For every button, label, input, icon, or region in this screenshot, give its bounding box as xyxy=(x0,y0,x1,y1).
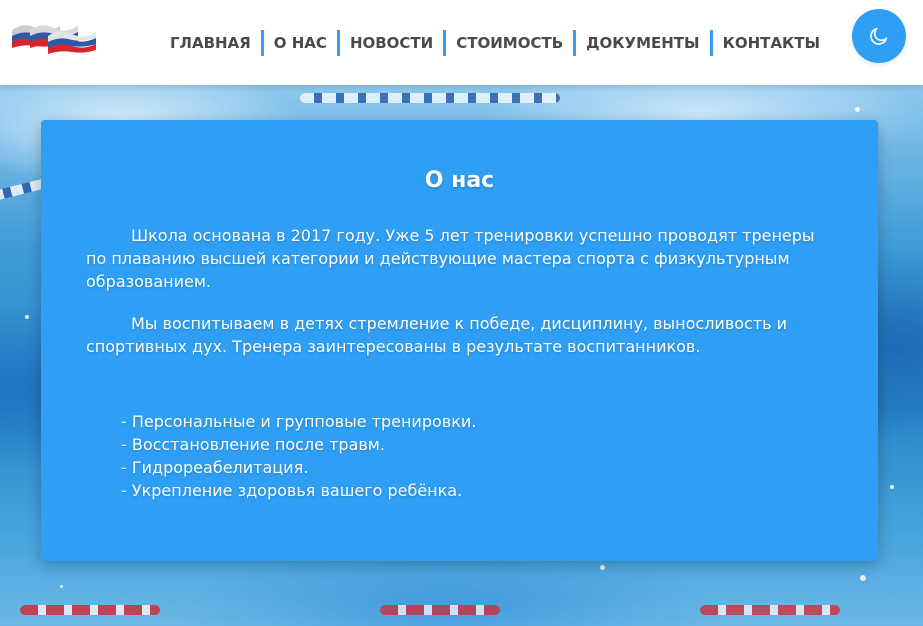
lane-rope xyxy=(20,605,160,615)
list-item: Укрепление здоровья вашего ребёнка. xyxy=(121,479,476,502)
list-item: Персональные и групповые тренировки. xyxy=(121,410,476,433)
nav-item-home[interactable]: ГЛАВНАЯ xyxy=(160,30,261,56)
main-nav: ГЛАВНАЯ О НАС НОВОСТИ СТОИМОСТЬ ДОКУМЕНТ… xyxy=(160,29,830,57)
services-list: Персональные и групповые тренировки. Вос… xyxy=(121,410,476,502)
about-card: О нас Школа основана в 2017 году. Уже 5 … xyxy=(41,120,878,561)
site-header: ГЛАВНАЯ О НАС НОВОСТИ СТОИМОСТЬ ДОКУМЕНТ… xyxy=(0,0,923,85)
nav-item-prices[interactable]: СТОИМОСТЬ xyxy=(446,30,573,56)
list-item: Гидрореабелитация. xyxy=(121,456,476,479)
nav-item-documents[interactable]: ДОКУМЕНТЫ xyxy=(576,30,709,56)
about-paragraph-1: Школа основана в 2017 году. Уже 5 лет тр… xyxy=(86,226,815,291)
nav-item-news[interactable]: НОВОСТИ xyxy=(340,30,443,56)
moon-icon xyxy=(870,27,888,45)
nav-item-about[interactable]: О НАС xyxy=(264,30,337,56)
about-paragraph-2: Мы воспитываем в детях стремление к побе… xyxy=(86,314,788,356)
nav-item-contacts[interactable]: КОНТАКТЫ xyxy=(713,30,830,56)
flag-logo[interactable] xyxy=(8,16,100,64)
lane-rope xyxy=(300,93,560,103)
theme-toggle-button[interactable] xyxy=(852,9,906,63)
list-item: Восстановление после травм. xyxy=(121,433,476,456)
lane-rope xyxy=(380,605,500,615)
about-title: О нас xyxy=(424,168,495,193)
lane-rope xyxy=(700,605,840,615)
